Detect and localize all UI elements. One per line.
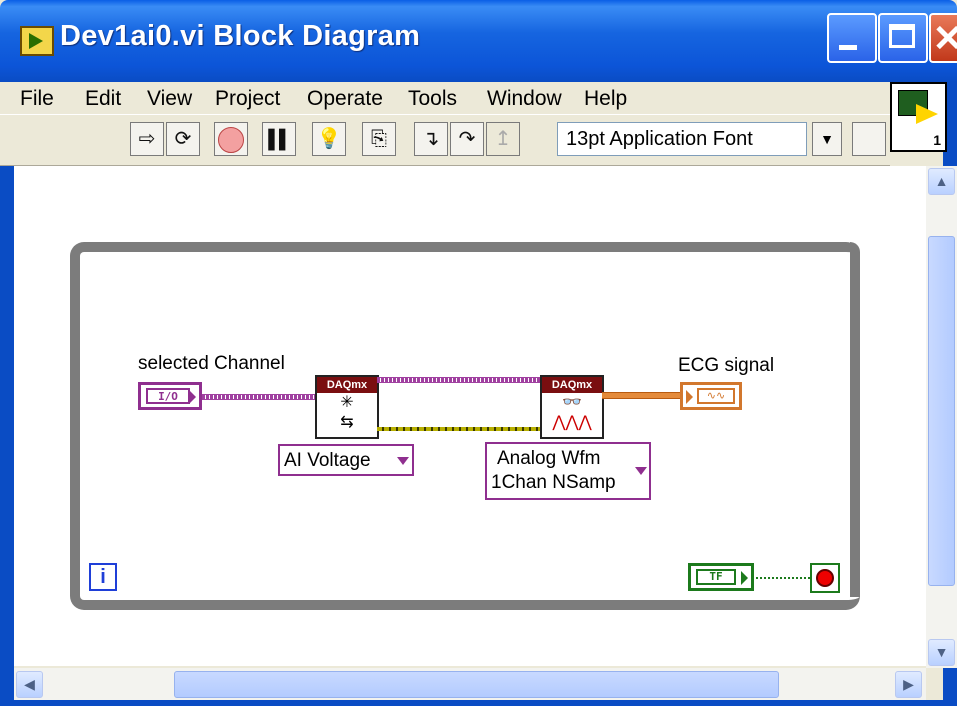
boolean-constant[interactable]: TF xyxy=(688,563,754,591)
labview-vi-icon[interactable] xyxy=(20,26,54,56)
read-mode-ring[interactable]: Analog Wfm 1Chan NSamp xyxy=(485,442,653,503)
dropdown-arrow-icon xyxy=(635,467,647,475)
ai-voltage-ring[interactable]: AI Voltage xyxy=(278,444,416,479)
toolbar: ⇨ ⟳ ▌▌ 💡 ⎘ ↴ ↷ ↥ 13pt Application Font ▼ xyxy=(0,114,890,166)
daqmx-create-channel-node[interactable]: DAQmx ✳ ⇆ xyxy=(315,375,379,439)
step-over-icon[interactable]: ↷ xyxy=(450,122,484,156)
step-into-icon[interactable]: ↴ xyxy=(414,122,448,156)
menu-file[interactable]: File xyxy=(20,87,54,111)
daqmx-read-node[interactable]: DAQmx 👓 ⋀⋀⋀ xyxy=(540,375,604,439)
vertical-scrollbar[interactable]: ▲ ▼ xyxy=(926,166,957,668)
channel-label: selected Channel xyxy=(138,353,285,374)
read-mode-line2: 1Chan NSamp xyxy=(491,472,616,493)
font-select[interactable]: 13pt Application Font xyxy=(557,122,807,156)
ai-voltage-text: AI Voltage xyxy=(284,450,371,471)
menu-bar: File Edit View Project Operate Tools Win… xyxy=(0,82,890,114)
chevron-down-icon[interactable]: ▼ xyxy=(812,122,842,156)
vertical-scroll-thumb[interactable] xyxy=(928,236,955,586)
daqmx-header: DAQmx xyxy=(317,377,377,393)
while-loop[interactable] xyxy=(70,242,860,610)
close-button[interactable] xyxy=(929,13,957,63)
waveform-wire[interactable] xyxy=(602,392,680,399)
iteration-terminal[interactable]: i xyxy=(89,563,117,591)
input-arrow-icon xyxy=(686,390,693,404)
task-wire[interactable] xyxy=(202,394,315,400)
title-bar[interactable]: Dev1ai0.vi Block Diagram xyxy=(0,0,957,82)
run-continuously-icon[interactable]: ⟳ xyxy=(166,122,200,156)
abort-icon[interactable] xyxy=(214,122,248,156)
create-channel-icon: ✳ ⇆ xyxy=(340,394,354,431)
loop-condition-stop-icon[interactable] xyxy=(810,563,840,593)
boolean-wire[interactable] xyxy=(752,577,810,579)
error-wire[interactable] xyxy=(377,427,540,431)
menu-window[interactable]: Window xyxy=(487,87,562,111)
scroll-right-icon[interactable]: ▶ xyxy=(895,671,922,698)
minimize-button[interactable] xyxy=(827,13,877,63)
scroll-up-icon[interactable]: ▲ xyxy=(928,168,955,195)
while-loop-right-edge[interactable] xyxy=(850,242,860,597)
menu-edit[interactable]: Edit xyxy=(85,87,121,111)
window-border-bottom xyxy=(0,700,957,706)
menu-tools[interactable]: Tools xyxy=(408,87,457,111)
waveform-icon: ∿∿ xyxy=(697,388,735,404)
step-out-icon[interactable]: ↥ xyxy=(486,122,520,156)
output-arrow-icon xyxy=(189,390,196,404)
retain-wire-values-icon[interactable]: ⎘ xyxy=(362,122,396,156)
connector-triangle-icon xyxy=(916,104,938,124)
output-arrow-icon xyxy=(741,571,748,585)
task-wire-2[interactable] xyxy=(377,377,540,383)
maximize-button[interactable] xyxy=(878,13,928,63)
io-terminal-text: I/O xyxy=(146,388,190,404)
dropdown-arrow-icon xyxy=(397,457,409,465)
read-icon: 👓 ⋀⋀⋀ xyxy=(552,394,592,431)
daqmx-header: DAQmx xyxy=(542,377,602,393)
run-arrow-icon[interactable]: ⇨ xyxy=(130,122,164,156)
scroll-down-icon[interactable]: ▼ xyxy=(928,639,955,666)
read-mode-line1: Analog Wfm xyxy=(497,448,601,469)
ecg-label: ECG signal xyxy=(678,355,775,376)
align-objects-icon[interactable] xyxy=(852,122,886,156)
menu-project[interactable]: Project xyxy=(215,87,280,111)
menu-operate[interactable]: Operate xyxy=(307,87,383,111)
boolean-text: TF xyxy=(696,569,736,585)
window-title: Dev1ai0.vi Block Diagram xyxy=(60,20,421,52)
pause-icon[interactable]: ▌▌ xyxy=(262,122,296,156)
connector-pane-icon[interactable]: 1 xyxy=(890,82,947,152)
menu-view[interactable]: View xyxy=(147,87,192,111)
horizontal-scrollbar[interactable]: ◀ ▶ xyxy=(14,668,926,700)
window-border-left xyxy=(0,82,14,706)
highlight-execution-icon[interactable]: 💡 xyxy=(312,122,346,156)
menu-help[interactable]: Help xyxy=(584,87,627,111)
scroll-left-icon[interactable]: ◀ xyxy=(16,671,43,698)
ecg-waveform-indicator[interactable]: ∿∿ xyxy=(680,382,742,410)
horizontal-scroll-thumb[interactable] xyxy=(174,671,779,698)
resize-grip[interactable] xyxy=(926,668,943,700)
connector-number: 1 xyxy=(933,132,941,148)
channel-terminal[interactable]: I/O xyxy=(138,382,202,410)
